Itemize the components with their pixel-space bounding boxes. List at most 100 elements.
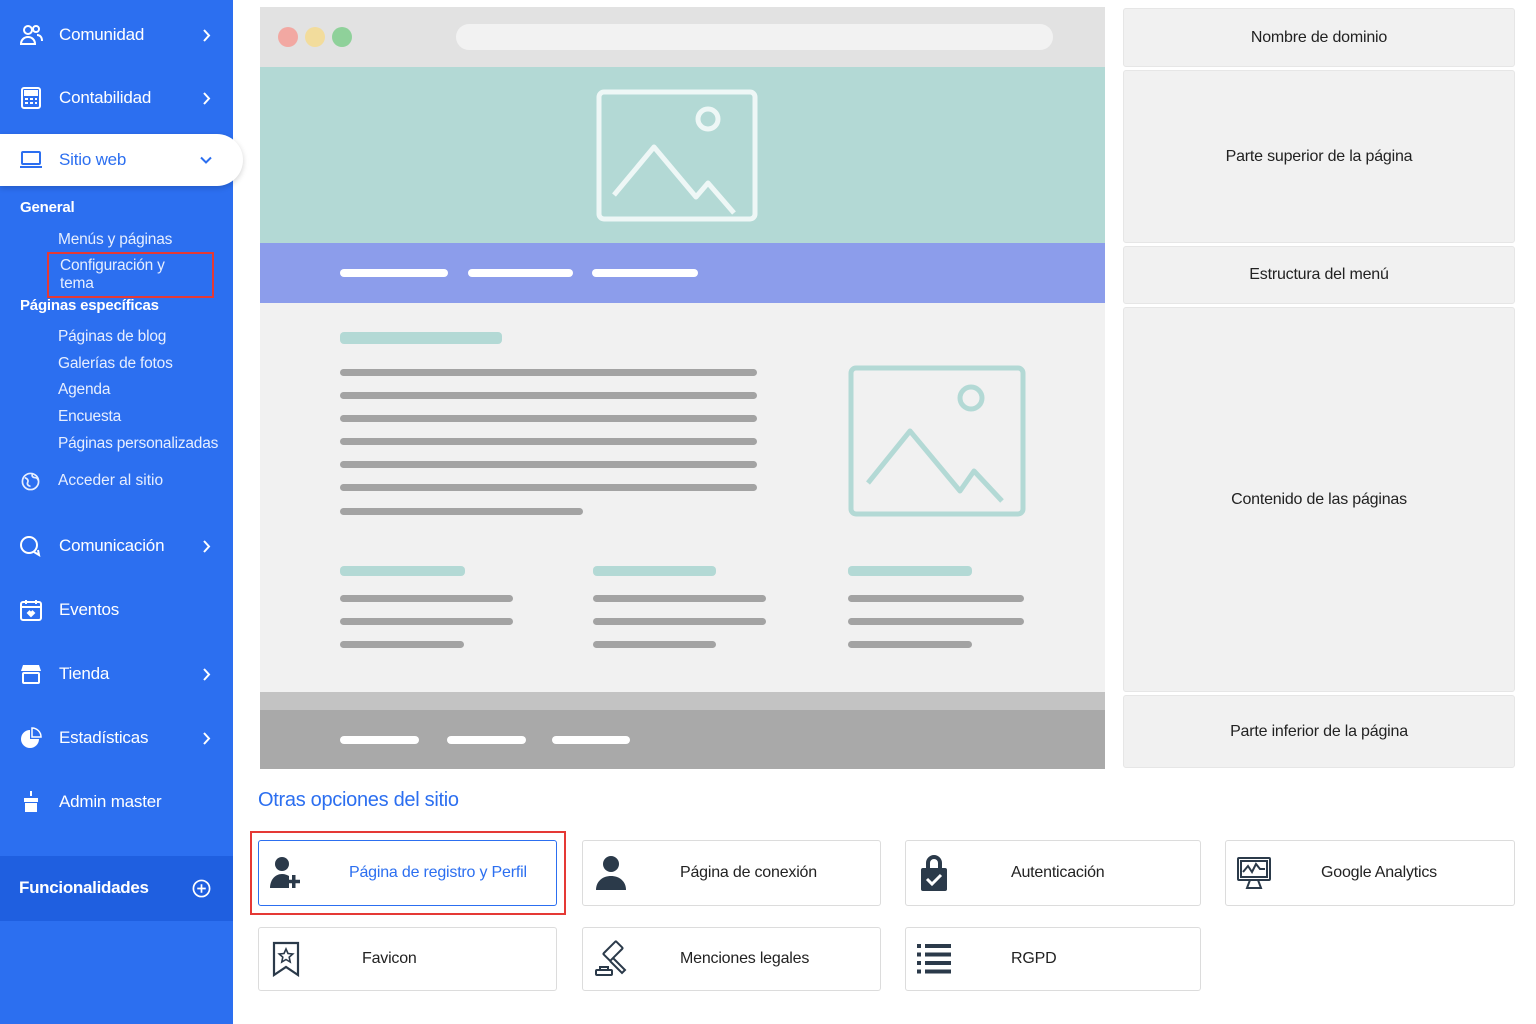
features-label: Funcionalidades [19, 878, 149, 897]
menu-placeholder-bar [340, 269, 448, 277]
list-icon [914, 939, 954, 979]
legal-notice-option[interactable]: Menciones legales [582, 927, 881, 991]
link-paginas-blog[interactable]: Páginas de blog [58, 328, 166, 346]
calculator-icon [19, 86, 43, 110]
content-line [593, 641, 716, 648]
option-label: Autenticación [1011, 864, 1105, 881]
features-bar[interactable]: Funcionalidades [0, 856, 233, 921]
nav-item-estadisticas[interactable]: Estadísticas [0, 713, 233, 763]
column-title-bar [593, 566, 716, 576]
chevron-right-icon [199, 539, 213, 553]
column-title-bar [848, 566, 972, 576]
calendar-icon [19, 598, 43, 622]
content-line [340, 392, 757, 399]
google-analytics-option[interactable]: Google Analytics [1225, 840, 1515, 906]
community-icon [19, 23, 43, 47]
link-encuesta[interactable]: Encuesta [58, 408, 121, 426]
content-line [848, 618, 1024, 625]
registration-profile-option[interactable]: Página de registro y Perfil [258, 840, 557, 906]
pie-chart-icon [19, 726, 43, 750]
chevron-right-icon [199, 667, 213, 681]
store-icon [19, 662, 43, 686]
nav-item-comunidad[interactable]: Comunidad [0, 10, 233, 60]
content-line [848, 595, 1024, 602]
page-header-button[interactable]: Parte superior de la página [1123, 70, 1515, 243]
link-menus-paginas[interactable]: Menús y páginas [58, 231, 172, 249]
nav-item-sitio-web[interactable]: Sitio web [0, 134, 243, 186]
section-general: General [20, 199, 75, 216]
minimize-dot-icon [305, 27, 325, 47]
content-line [340, 595, 513, 602]
menu-placeholder-bar [592, 269, 698, 277]
content-line [340, 415, 757, 422]
image-placeholder-icon [596, 89, 758, 222]
option-label: RGPD [1011, 950, 1057, 967]
nav-label-sitio-web: Sitio web [59, 150, 127, 169]
footer-placeholder-bar [447, 736, 526, 744]
user-icon [591, 853, 631, 893]
chat-icon [19, 534, 43, 558]
nav-item-comunicacion[interactable]: Comunicación [0, 521, 233, 571]
page-footer-button[interactable]: Parte inferior de la página [1123, 695, 1515, 768]
option-label: Google Analytics [1321, 864, 1437, 881]
authentication-option[interactable]: Autenticación [905, 840, 1201, 906]
nav-item-eventos[interactable]: Eventos [0, 585, 233, 635]
nav-label-comunidad: Comunidad [59, 25, 145, 44]
nav-item-tienda[interactable]: Tienda [0, 649, 233, 699]
nav-label-comunicacion: Comunicación [59, 536, 165, 555]
link-galerias-fotos[interactable]: Galerías de fotos [58, 355, 173, 373]
domain-name-button[interactable]: Nombre de dominio [1123, 8, 1515, 67]
nav-label-eventos: Eventos [59, 600, 120, 619]
globe-icon [21, 472, 40, 496]
nav-label-tienda: Tienda [59, 664, 110, 683]
website-preview-mockup [260, 7, 1105, 769]
content-line [593, 618, 766, 625]
close-dot-icon [278, 27, 298, 47]
content-line [340, 641, 464, 648]
footer-placeholder-bar [340, 736, 419, 744]
nav-label-contabilidad: Contabilidad [59, 88, 152, 107]
content-title-bar [340, 332, 502, 344]
chevron-right-icon [199, 91, 213, 105]
footer-shade [260, 692, 1105, 710]
content-line [340, 438, 757, 445]
chevron-right-icon [199, 731, 213, 745]
link-paginas-personalizadas[interactable]: Páginas personalizadas [58, 435, 218, 453]
user-add-icon [265, 853, 305, 893]
section-paginas-especificas: Páginas específicas [20, 297, 159, 314]
content-line [340, 369, 757, 376]
browser-chrome [260, 7, 1105, 67]
menu-structure-button[interactable]: Estructura del menú [1123, 246, 1515, 304]
footer-placeholder-bar [552, 736, 630, 744]
nav-item-contabilidad[interactable]: Contabilidad [0, 73, 233, 123]
image-placeholder-icon [848, 365, 1026, 517]
address-bar [456, 24, 1053, 50]
login-page-option[interactable]: Página de conexión [582, 840, 881, 906]
content-line [340, 618, 513, 625]
chevron-down-icon [199, 153, 213, 167]
plus-circle-icon[interactable] [192, 879, 211, 903]
content-line [593, 595, 766, 602]
gavel-icon [591, 939, 631, 979]
option-label: Página de conexión [680, 864, 817, 881]
option-label: Favicon [362, 950, 417, 967]
access-site-link[interactable]: Acceder al sitio [0, 468, 233, 496]
page-content-button[interactable]: Contenido de las páginas [1123, 307, 1515, 692]
preview-header-area [260, 67, 1105, 243]
link-agenda[interactable]: Agenda [58, 381, 110, 399]
column-title-bar [340, 566, 465, 576]
favicon-option[interactable]: Favicon [258, 927, 557, 991]
content-line [340, 508, 583, 515]
maximize-dot-icon [332, 27, 352, 47]
lock-check-icon [914, 853, 954, 893]
other-options-title: Otras opciones del sitio [258, 789, 459, 811]
menu-placeholder-bar [468, 269, 573, 277]
link-configuracion-tema[interactable]: Configuración y tema [47, 252, 214, 298]
access-site-label: Acceder al sitio [58, 472, 164, 489]
content-line [848, 641, 972, 648]
gdpr-option[interactable]: RGPD [905, 927, 1201, 991]
nav-item-admin-master[interactable]: Admin master [0, 777, 233, 827]
cake-icon [19, 790, 43, 814]
option-label: Menciones legales [680, 950, 810, 967]
nav-label-estadisticas: Estadísticas [59, 728, 149, 747]
